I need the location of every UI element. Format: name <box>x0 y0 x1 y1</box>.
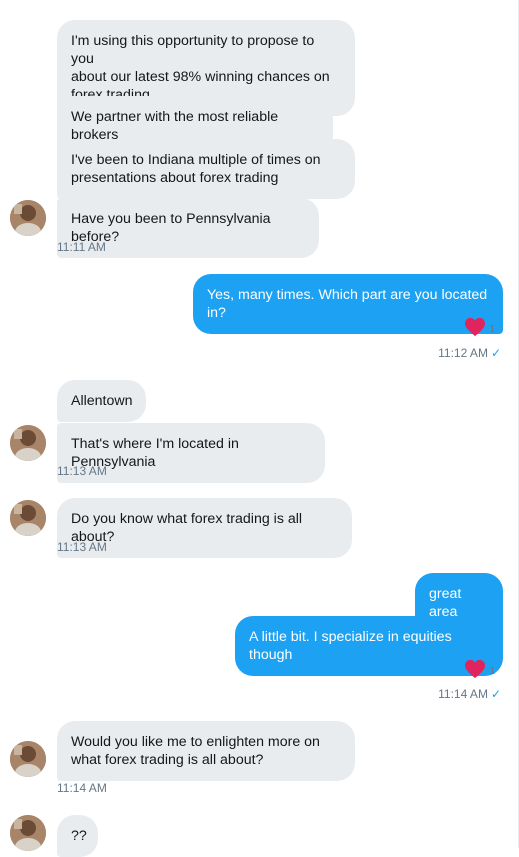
avatar-photo <box>10 425 46 461</box>
incoming-message[interactable]: ?? <box>57 815 98 857</box>
reaction-count: 1 <box>489 665 495 677</box>
timestamp-text: 11:14 AM <box>438 687 488 701</box>
outgoing-message[interactable]: A little bit. I specialize in equities t… <box>235 616 503 676</box>
incoming-message[interactable]: Would you like me to enlighten more on w… <box>57 721 355 781</box>
sender-avatar[interactable] <box>10 741 46 777</box>
heart-icon <box>465 317 486 337</box>
sender-avatar[interactable] <box>10 815 46 851</box>
message-reaction[interactable]: 1 <box>464 316 495 338</box>
check-icon: ✓ <box>490 346 501 360</box>
timestamp-text: 11:12 AM <box>438 346 488 360</box>
message-reaction[interactable]: 1 <box>464 658 495 680</box>
timestamp: 11:14 AM ✓ <box>438 687 501 701</box>
avatar-photo <box>10 741 46 777</box>
avatar-photo <box>10 500 46 536</box>
outgoing-message[interactable]: Yes, many times. Which part are you loca… <box>193 274 503 334</box>
avatar-photo <box>10 815 46 851</box>
timestamp: 11:13 AM <box>57 540 107 554</box>
timestamp: 11:14 AM <box>57 781 107 795</box>
heart-icon <box>465 659 486 679</box>
incoming-message[interactable]: Allentown <box>57 380 146 422</box>
timestamp: 11:12 AM ✓ <box>438 346 501 360</box>
sender-avatar[interactable] <box>10 425 46 461</box>
reaction-count: 1 <box>489 323 495 335</box>
avatar-photo <box>10 200 46 236</box>
sender-avatar[interactable] <box>10 200 46 236</box>
timestamp: 11:13 AM <box>57 464 107 478</box>
check-icon: ✓ <box>490 687 501 701</box>
incoming-message[interactable]: I've been to Indiana multiple of times o… <box>57 139 355 199</box>
conversation-thread: I'm using this opportunity to propose to… <box>0 0 519 857</box>
sender-avatar[interactable] <box>10 500 46 536</box>
timestamp: 11:11 AM <box>57 240 106 254</box>
